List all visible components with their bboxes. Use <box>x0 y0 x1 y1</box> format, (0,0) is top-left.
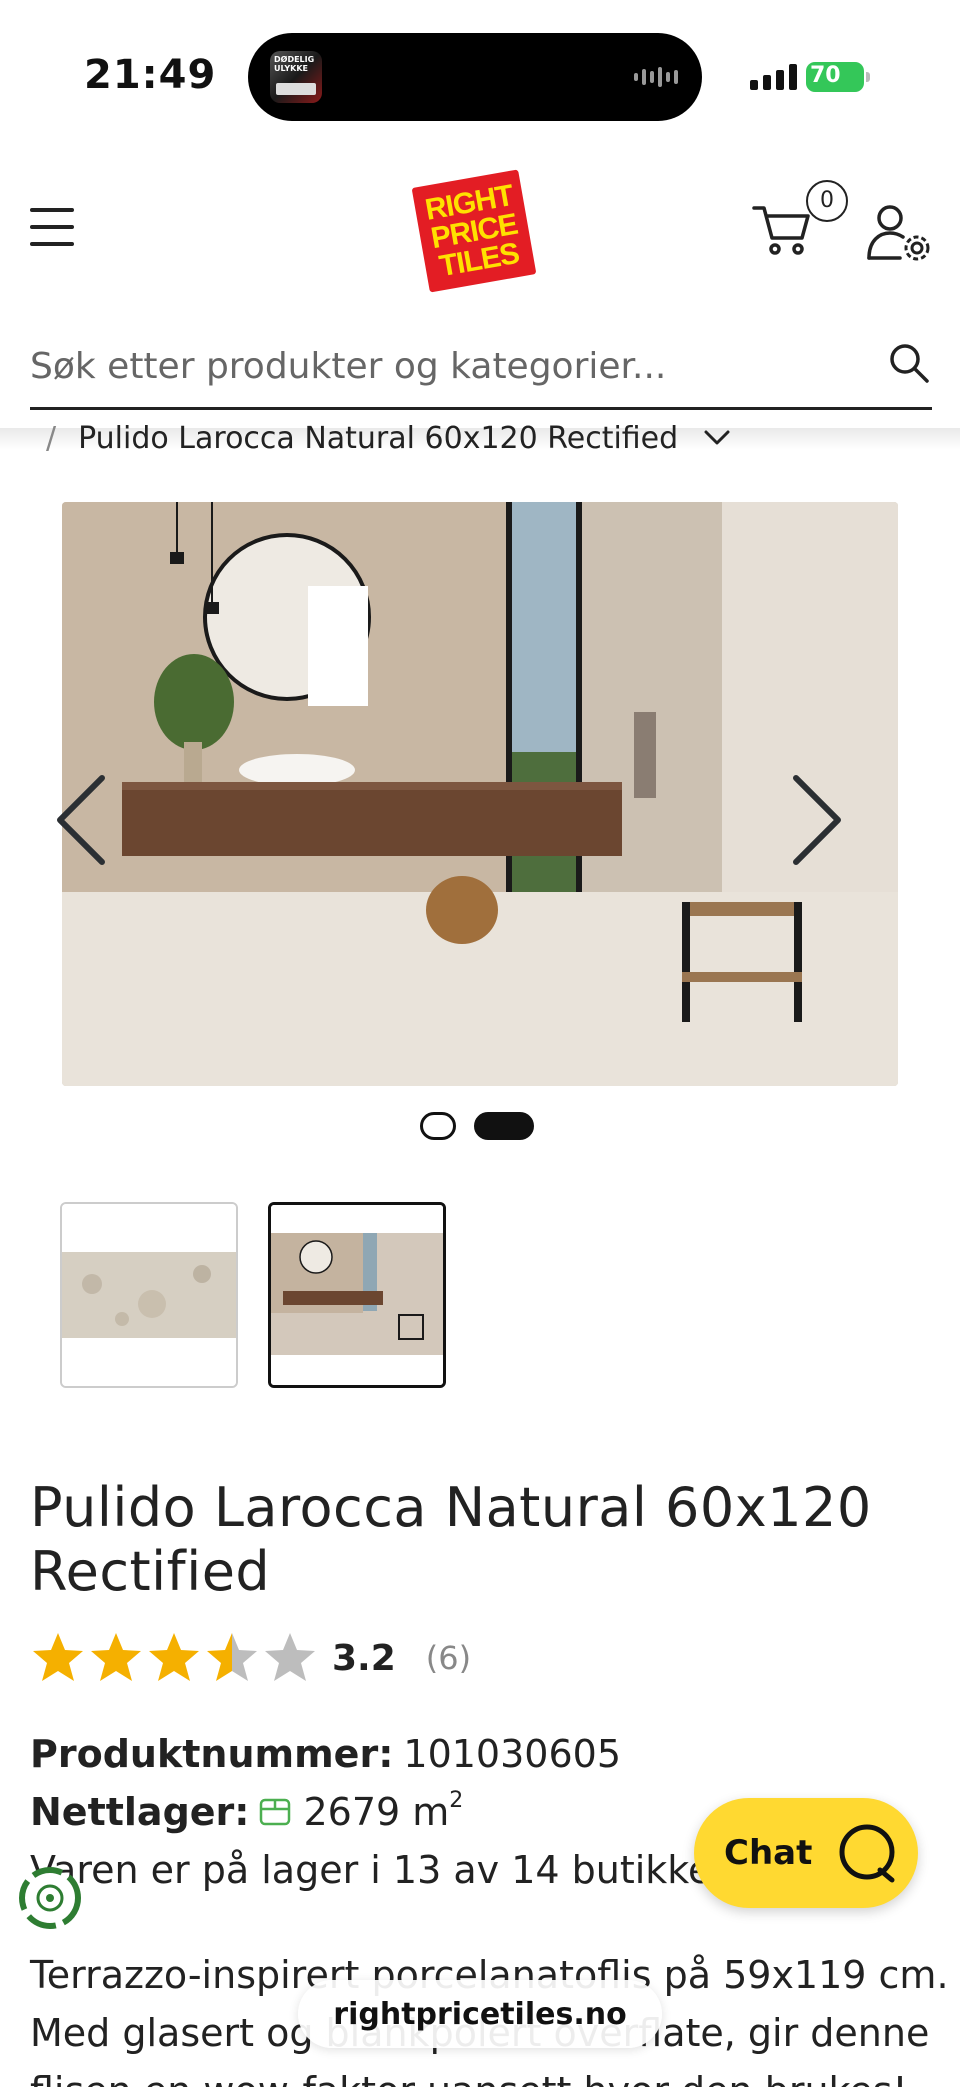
store-stock-text: Varen er på lager i 13 av 14 butikker <box>30 1848 727 1892</box>
cart-count-badge: 0 <box>806 180 848 222</box>
cellular-signal-icon <box>750 64 797 90</box>
rating-stars <box>30 1630 318 1686</box>
thumbnail-1[interactable] <box>60 1202 238 1388</box>
status-bar: 21:49 DØDELIG ULYKKE 70 <box>0 0 960 150</box>
sku-value: 101030605 <box>403 1732 621 1776</box>
package-box-icon <box>260 1798 291 1826</box>
battery-icon: 70 <box>806 62 864 92</box>
breadcrumb-current[interactable]: Pulido Larocca Natural 60x120 Rectified <box>78 421 678 456</box>
star-icon <box>91 1633 141 1681</box>
next-image-arrow-icon[interactable] <box>786 770 846 870</box>
search-bar <box>30 330 932 410</box>
search-input[interactable] <box>30 336 870 396</box>
online-stock-line: Nettlager: 2679 m2 <box>30 1786 463 1838</box>
now-playing-art-text: DØDELIG ULYKKE <box>274 55 315 73</box>
url-text: rightpricetiles.no <box>333 1996 627 2032</box>
star-icon <box>33 1633 83 1681</box>
store-stock-line[interactable]: Varen er på lager i 13 av 14 butikker <box>30 1844 727 1896</box>
cart-icon[interactable] <box>752 198 812 258</box>
product-rating[interactable]: 3.2 (6) <box>30 1628 471 1688</box>
previous-image-arrow-icon[interactable] <box>52 770 112 870</box>
now-playing-artwork: DØDELIG ULYKKE <box>270 51 322 103</box>
bathroom-scene-image <box>62 502 898 1086</box>
chevron-down-icon[interactable] <box>704 430 730 446</box>
tile-swatch-thumbnail <box>62 1204 236 1386</box>
thumbnail-2[interactable] <box>268 1202 446 1388</box>
browser-url-bar[interactable]: rightpricetiles.no <box>298 1980 662 2048</box>
chat-button[interactable]: Chat <box>694 1798 918 1908</box>
battery-tip <box>866 72 870 82</box>
stock-value: 2679 m <box>303 1790 450 1834</box>
star-icon <box>149 1633 199 1681</box>
rating-value: 3.2 <box>332 1637 396 1679</box>
sku-line: Produktnummer: 101030605 <box>30 1728 621 1780</box>
bathroom-scene-thumbnail <box>271 1205 443 1385</box>
product-main-image[interactable] <box>62 502 898 1086</box>
product-title: Pulido Larocca Natural 60x120 Rectified <box>30 1476 872 1603</box>
status-time: 21:49 <box>84 52 217 98</box>
breadcrumb-separator: / <box>46 420 57 456</box>
battery-level: 70 <box>810 63 841 88</box>
star-icon <box>265 1633 315 1681</box>
chat-bubble-icon <box>839 1824 895 1883</box>
star-icon <box>207 1633 257 1681</box>
rating-count[interactable]: (6) <box>426 1639 471 1677</box>
carousel-dot-2[interactable] <box>474 1112 534 1140</box>
dynamic-island[interactable]: DØDELIG ULYKKE <box>248 33 702 121</box>
carousel-pagination <box>420 1112 534 1140</box>
breadcrumb: / Pulido Larocca Natural 60x120 Rectifie… <box>46 418 730 458</box>
audio-waveform-icon <box>634 67 678 87</box>
stock-unit-superscript: 2 <box>449 1787 464 1813</box>
account-settings-icon[interactable] <box>866 202 932 262</box>
cookie-consent-icon[interactable] <box>14 1862 86 1934</box>
hamburger-menu-icon[interactable] <box>30 208 74 246</box>
stock-label: Nettlager: <box>30 1790 250 1834</box>
site-logo[interactable]: RIGHT PRICE TILES <box>411 169 537 293</box>
search-icon[interactable] <box>888 342 930 384</box>
sku-label: Produktnummer: <box>30 1732 394 1776</box>
carousel-dot-1[interactable] <box>420 1112 456 1140</box>
chat-label: Chat <box>724 1833 813 1873</box>
